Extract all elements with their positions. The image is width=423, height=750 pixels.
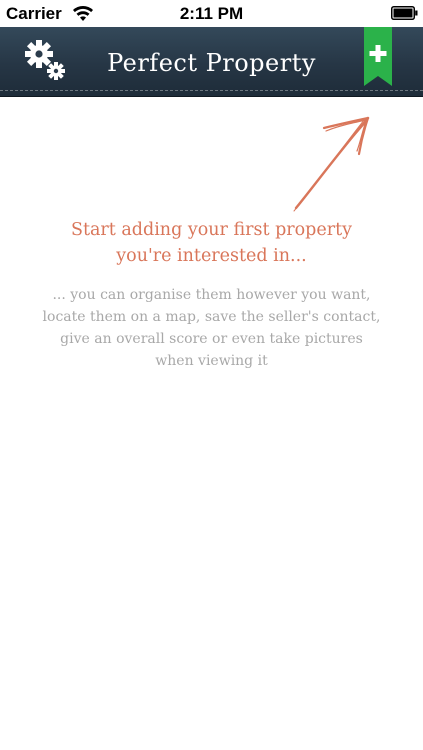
status-bar: Carrier 2:11 PM bbox=[0, 0, 423, 27]
navigation-bar: Perfect Property bbox=[0, 27, 423, 97]
empty-state-description: ... you can organise them however you wa… bbox=[42, 287, 381, 369]
empty-state-title: Start adding your first property you're … bbox=[30, 217, 393, 269]
empty-state-title-line-2: you're interested in... bbox=[116, 246, 307, 266]
add-property-button[interactable] bbox=[364, 27, 392, 86]
page-title: Perfect Property bbox=[107, 49, 316, 77]
battery-icon bbox=[391, 6, 418, 20]
plus-bookmark-icon bbox=[364, 27, 392, 86]
status-time: 2:11 PM bbox=[179, 4, 244, 23]
empty-state-title-line-1: Start adding your first property bbox=[70, 220, 353, 240]
hand-drawn-arrow-icon bbox=[293, 116, 370, 212]
